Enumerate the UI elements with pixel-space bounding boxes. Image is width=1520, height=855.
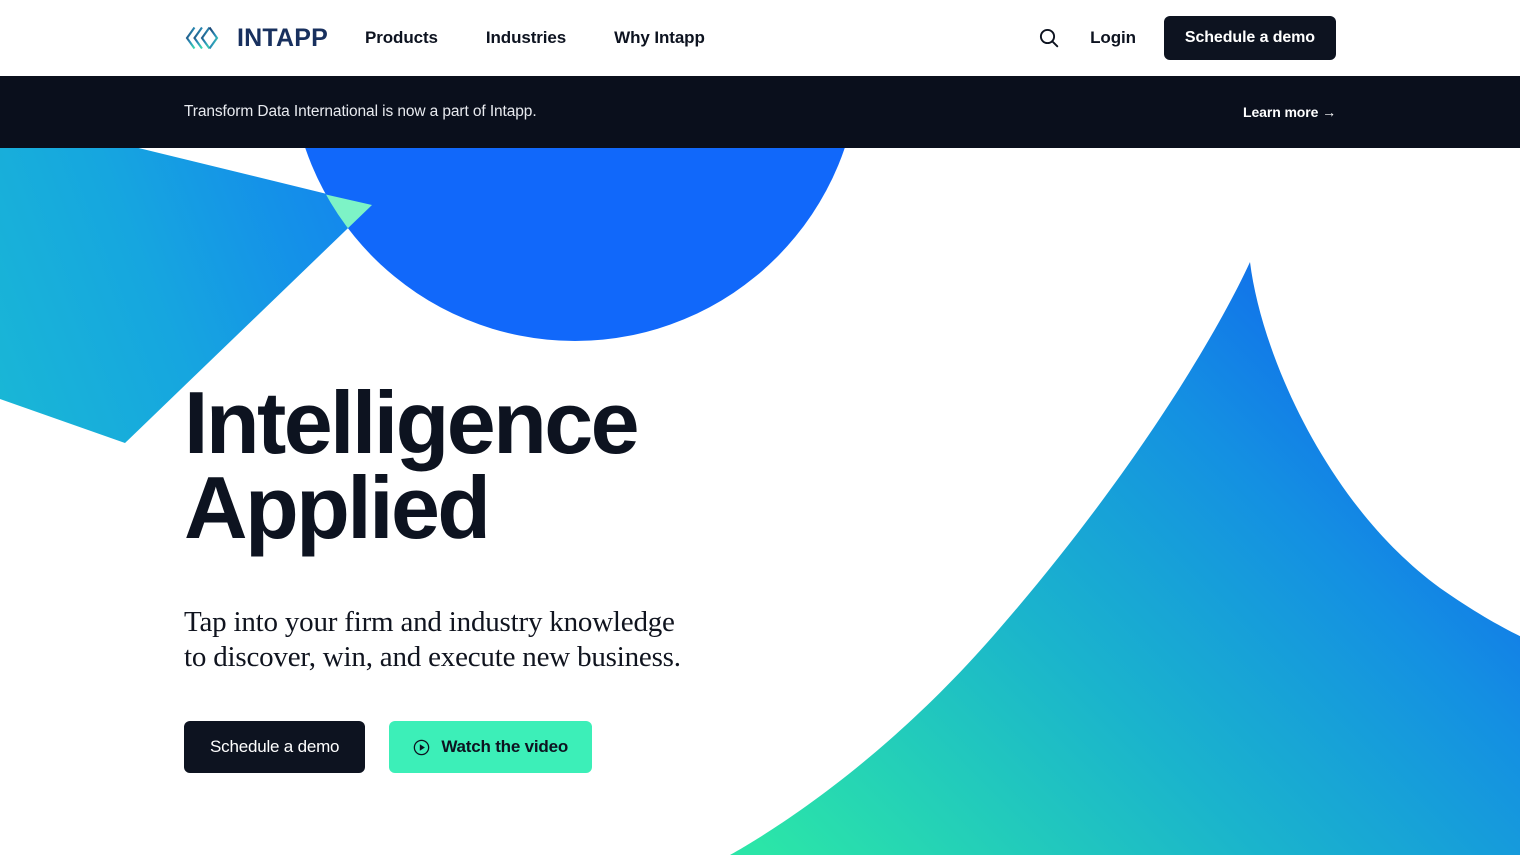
header-actions: Login Schedule a demo (1036, 16, 1336, 60)
hero-content: Intelligence Applied Tap into your firm … (184, 379, 681, 774)
watch-video-button[interactable]: Watch the video (389, 721, 593, 774)
search-icon[interactable] (1036, 25, 1062, 51)
hero-cta-group: Schedule a demo Watch the video (184, 721, 681, 774)
hero-subtitle-line-2: to discover, win, and execute new busine… (184, 641, 681, 674)
announcement-banner: Transform Data International is now a pa… (0, 76, 1520, 148)
login-link[interactable]: Login (1090, 28, 1136, 48)
hero-title-line-1: Intelligence (184, 373, 640, 472)
primary-nav: Products Industries Why Intapp (365, 28, 705, 48)
hero-title-line-2: Applied (184, 458, 491, 558)
intapp-chevron-logo-icon (185, 26, 219, 50)
watch-video-label: Watch the video (441, 737, 569, 757)
right-wing-shape (730, 262, 1520, 855)
banner-learn-more-link[interactable]: Learn more → (1243, 104, 1336, 120)
hero-subtitle-line-1: Tap into your firm and industry knowledg… (184, 605, 675, 638)
blue-circle-shape (305, 148, 845, 341)
hero-subtitle: Tap into your firm and industry knowledg… (184, 605, 681, 676)
intapp-logo[interactable]: INTAPP (184, 23, 328, 53)
play-circle-icon (414, 739, 430, 756)
banner-message: Transform Data International is now a pa… (184, 103, 537, 120)
schedule-demo-button-hero[interactable]: Schedule a demo (184, 721, 366, 774)
nav-item-industries[interactable]: Industries (486, 28, 566, 48)
page-title: Intelligence Applied (184, 379, 681, 552)
hero-page: INTAPP Products Industries Why Intapp Lo… (0, 0, 1520, 855)
nav-item-products[interactable]: Products (365, 28, 438, 48)
schedule-demo-button-header[interactable]: Schedule a demo (1163, 16, 1336, 60)
nav-item-why-intapp[interactable]: Why Intapp (614, 28, 705, 48)
intapp-wordmark: INTAPP (237, 23, 329, 52)
site-header: INTAPP Products Industries Why Intapp Lo… (0, 0, 1520, 76)
